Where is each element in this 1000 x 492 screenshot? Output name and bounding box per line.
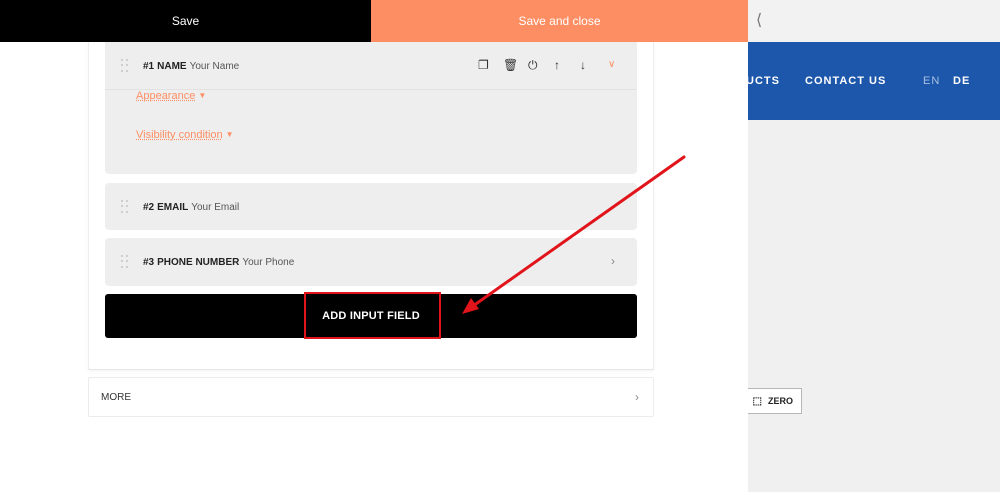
drag-handle-icon[interactable]: [121, 200, 129, 214]
field-type: EMAIL: [157, 202, 189, 213]
visibility-label: Visibility condition: [136, 129, 223, 141]
field-placeholder: Your Email: [191, 202, 240, 213]
field-number: #1: [143, 61, 155, 72]
chevron-right-icon[interactable]: ›: [611, 254, 615, 268]
zero-icon: ⬚: [752, 395, 762, 407]
field-number: #3: [143, 257, 155, 268]
field-type: NAME: [157, 61, 187, 72]
appearance-label: Appearance: [136, 90, 196, 102]
drag-handle-icon[interactable]: [121, 59, 129, 73]
field-title: #3 PHONE NUMBER Your Phone: [143, 257, 294, 268]
field-title: #1 NAME Your Name: [143, 61, 239, 72]
power-icon[interactable]: ⏻: [528, 59, 538, 71]
field-title: #2 EMAIL Your Email: [143, 202, 239, 213]
add-input-field-label: ADD INPUT FIELD: [322, 310, 420, 322]
field-placeholder: Your Name: [189, 61, 240, 72]
visibility-condition-dropdown[interactable]: Visibility condition ▼: [136, 129, 234, 141]
caret-down-icon: ▼: [225, 130, 234, 139]
chevron-left-icon[interactable]: ⟨: [756, 10, 762, 30]
more-section[interactable]: MORE ›: [88, 377, 654, 417]
lang-en-link[interactable]: EN: [923, 75, 940, 87]
arrow-up-icon[interactable]: ↑: [554, 59, 560, 71]
save-and-close-button[interactable]: Save and close: [371, 0, 748, 42]
chevron-right-icon: ›: [635, 390, 639, 404]
nav-products-link[interactable]: UCTS: [748, 75, 780, 87]
trash-icon[interactable]: 🗑: [503, 59, 518, 71]
lang-de-link[interactable]: DE: [953, 75, 970, 87]
zero-label: ZERO: [767, 396, 793, 406]
site-preview: ⟨ UCTS CONTACT US EN DE ⬚ ZERO: [748, 0, 1000, 492]
input-field-card-name[interactable]: #1 NAME Your Name ❐ 🗑 ⏻ ↑ ↓ ∨ Appearance ▼ …: [105, 42, 637, 174]
chevron-down-icon[interactable]: ∨: [608, 59, 615, 71]
field-placeholder: Your Phone: [242, 257, 295, 268]
add-input-field-button[interactable]: ADD INPUT FIELD: [105, 294, 637, 338]
copy-icon[interactable]: ❐: [478, 59, 489, 71]
input-field-card-phone[interactable]: #3 PHONE NUMBER Your Phone ›: [105, 238, 637, 286]
caret-down-icon: ▼: [198, 91, 207, 100]
arrow-down-icon[interactable]: ↓: [580, 59, 586, 71]
zero-block-button[interactable]: ⬚ ZERO: [748, 388, 802, 414]
preview-top-strip: ⟨: [748, 0, 1000, 42]
input-field-card-email[interactable]: #2 EMAIL Your Email: [105, 183, 637, 230]
field-number: #2: [143, 202, 155, 213]
appearance-dropdown[interactable]: Appearance ▼: [136, 90, 206, 102]
nav-contact-link[interactable]: CONTACT US: [805, 75, 886, 87]
more-label: MORE: [101, 392, 131, 403]
field-type: PHONE NUMBER: [157, 257, 240, 268]
drag-handle-icon[interactable]: [121, 255, 129, 269]
save-button[interactable]: Save: [0, 0, 371, 42]
preview-navbar: UCTS CONTACT US EN DE: [748, 42, 1000, 120]
